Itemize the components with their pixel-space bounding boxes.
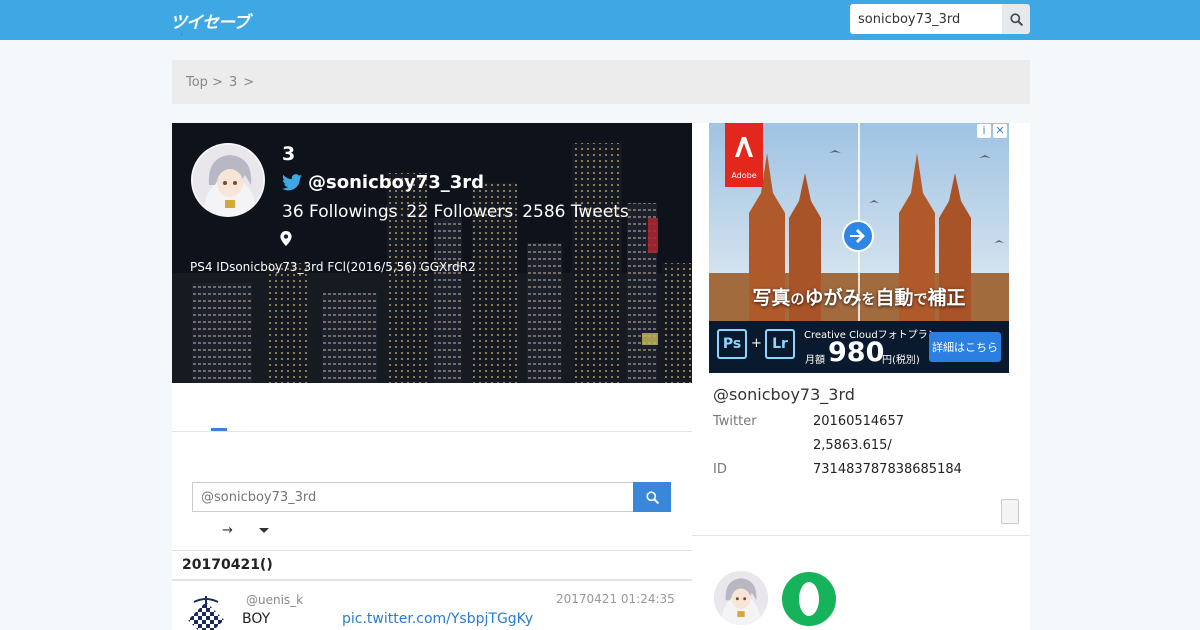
sort-controls: → (222, 523, 269, 538)
profile-avatar[interactable] (191, 143, 265, 217)
arrow-right-icon (850, 229, 865, 243)
followings-count[interactable]: 36 Followings (282, 202, 398, 222)
lightroom-app-icon: Lr (765, 329, 795, 359)
sidebar-user-avatar[interactable] (714, 571, 768, 625)
adobe-ad-banner[interactable]: Adobe i ✕ 写真のゆがみを自動で補正 Ps + Lr Creative … (709, 123, 1009, 373)
site-logo[interactable]: ツイセーブ (170, 8, 250, 33)
profile-bio: PS4 IDsonicboy73_3rd FCl(2016/5,56) GGXr… (190, 260, 476, 274)
adobe-logo-icon (735, 137, 753, 157)
photoshop-app-icon: Ps (717, 329, 747, 359)
ad-headline-part: 補正 (927, 287, 966, 309)
profile-handle[interactable]: @sonicboy73_3rd (308, 172, 484, 193)
profile-name: 3 (282, 143, 296, 165)
ad-month-label: 月額 (805, 355, 825, 366)
feed-tab-bar (172, 383, 692, 432)
sort-order-toggle[interactable]: → (222, 523, 233, 538)
breadcrumb-separator: > (243, 74, 255, 90)
ad-choices: i ✕ (977, 124, 1007, 138)
breadcrumb-user-link[interactable]: 3 (229, 75, 237, 90)
ad-headline: 写真のゆがみを自動で補正 (709, 283, 1009, 310)
sidebar-small-button[interactable] (1001, 499, 1019, 524)
info-value-rate: 2,5863.615/ (813, 438, 892, 453)
anime-character-avatar (714, 571, 768, 625)
ad-headline-part: 自動 (875, 287, 914, 309)
search-icon (645, 490, 659, 504)
header-search-button[interactable] (1002, 4, 1030, 34)
ad-price-suffix: 円(税別) (882, 355, 920, 366)
ad-details-button[interactable]: 詳細はこちら (929, 332, 1001, 362)
tweet-item[interactable]: @uenis_k 20170421 01:24:35 BOY pic.twitt… (172, 582, 692, 630)
ad-headline-part: の (790, 292, 805, 308)
green-ring-icon[interactable] (782, 572, 836, 626)
ad-plus-sign: + (751, 336, 762, 351)
tweet-timestamp: 20170421 01:24:35 (556, 592, 675, 606)
sidebar-divider (692, 535, 1030, 536)
sort-dropdown-caret-icon[interactable] (258, 528, 269, 533)
tab-active-indicator[interactable] (211, 428, 227, 431)
profile-handle-row: @sonicboy73_3rd (282, 172, 484, 193)
feed-search-input[interactable] (192, 482, 634, 512)
green-ring-hole (799, 582, 819, 616)
date-heading: 20170421() (172, 550, 692, 581)
breadcrumb-top-link[interactable]: Top > (186, 75, 223, 90)
ad-offer-bar: Ps + Lr Creative Cloudフォトプラン 月額 980 円(税別… (709, 321, 1009, 373)
info-value-id: 731483787838685184 (813, 462, 962, 477)
ad-headline-part: ゆがみ (804, 287, 862, 309)
tweet-avatar[interactable] (182, 592, 230, 630)
page-tick-mark: ' (180, 32, 183, 43)
tweet-username[interactable]: @uenis_k (246, 593, 303, 607)
ad-headline-part: 写真 (752, 287, 791, 309)
checkered-emblem-avatar (183, 593, 229, 630)
map-pin-icon (280, 231, 292, 246)
profile-banner: 3 @sonicboy73_3rd 36 Followings 22 Follo… (172, 123, 692, 383)
ad-price: 980 (828, 337, 885, 368)
info-label-twitter: Twitter (713, 414, 757, 429)
search-icon (1009, 12, 1023, 26)
ad-info-icon[interactable]: i (977, 124, 991, 138)
breadcrumb: Top > 3 > (172, 60, 1030, 104)
profile-stats: 36 Followings 22 Followers 2586 Tweets (282, 202, 638, 222)
right-sidebar: Adobe i ✕ 写真のゆがみを自動で補正 Ps + Lr Creative … (692, 123, 1030, 630)
feed-search (192, 482, 671, 512)
tweet-text: BOY (242, 611, 271, 627)
followers-count[interactable]: 22 Followers (407, 202, 514, 222)
sidebar-handle: @sonicboy73_3rd (713, 385, 855, 404)
header-search (850, 4, 1030, 34)
ad-compare-arrow-icon[interactable] (842, 220, 874, 252)
feed-search-button[interactable] (633, 482, 671, 512)
info-value-twitter: 20160514657 (813, 414, 904, 429)
tweet-feed: → 20170421() @uenis_k 20170421 01:24:3 (172, 383, 692, 630)
tweet-media-link[interactable]: pic.twitter.com/YsbpjTGgKy (342, 611, 533, 627)
header-search-input[interactable] (850, 4, 1002, 34)
info-label-id: ID (713, 462, 727, 477)
ad-close-icon[interactable]: ✕ (993, 124, 1007, 138)
ad-headline-part: で (913, 292, 928, 308)
tweets-count[interactable]: 2586 Tweets (522, 202, 629, 222)
ad-headline-part: を (861, 292, 876, 308)
twitter-bird-icon (282, 174, 302, 191)
